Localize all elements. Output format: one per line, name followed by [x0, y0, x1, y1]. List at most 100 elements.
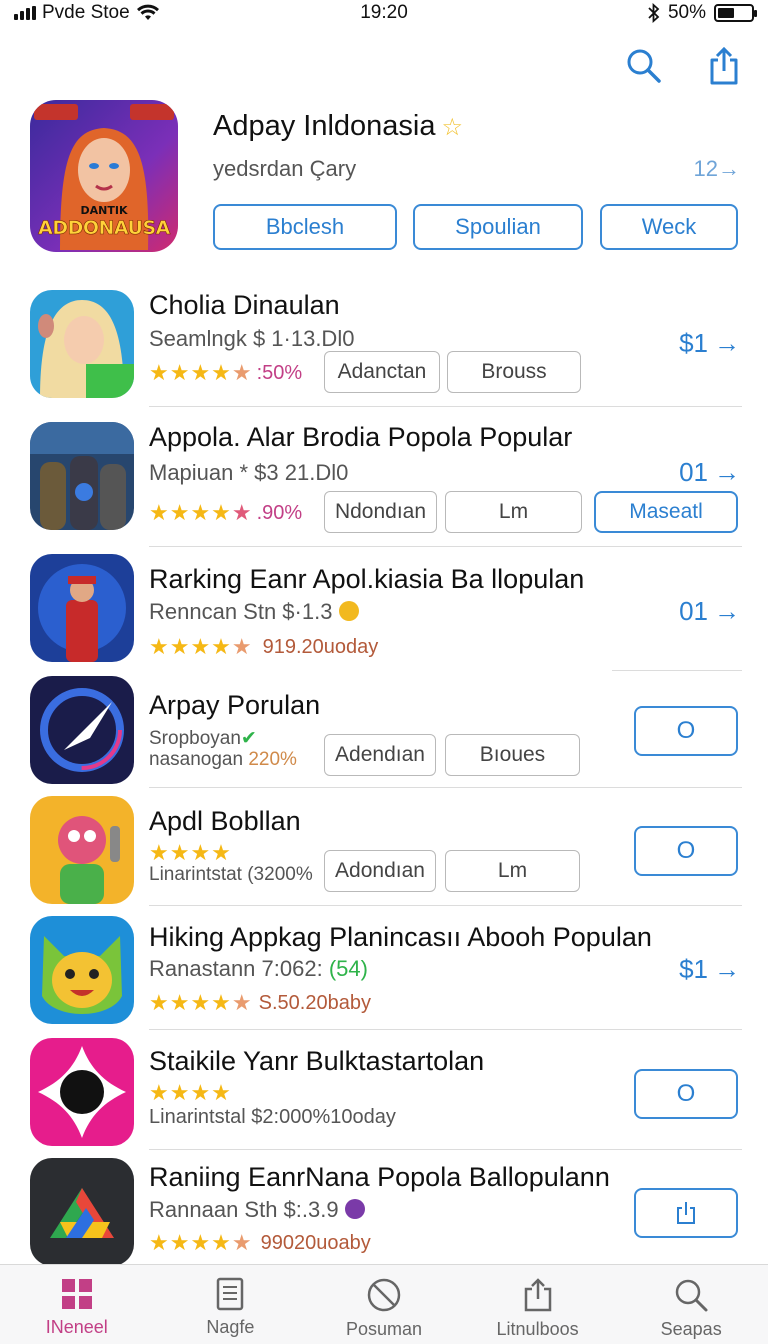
- app-icon[interactable]: [30, 554, 134, 662]
- tab-label: Posuman: [345, 1319, 422, 1339]
- row-divider: [149, 406, 742, 407]
- badge-icon: [338, 601, 359, 621]
- rating-value: 919.20uoday: [262, 635, 379, 658]
- app-chip[interactable]: Bıoues: [445, 734, 580, 776]
- app-name: Apdl Bobllan: [149, 806, 301, 836]
- app-price-link[interactable]: $1 →: [679, 954, 740, 985]
- app-price-link[interactable]: 01 →: [679, 457, 740, 488]
- app-chip[interactable]: Brouss: [447, 351, 581, 393]
- app-price-link[interactable]: $1 →: [679, 328, 740, 359]
- rating-value: $2:000%10oday: [251, 1106, 396, 1128]
- row-divider: [149, 787, 742, 788]
- featured-title-text: Adpay Inldonasia: [213, 110, 436, 142]
- rating-value: (3200%: [247, 864, 313, 885]
- rating-stars: ★★★★: [149, 840, 232, 865]
- rating-value: 220%: [248, 749, 297, 770]
- get-button[interactable]: O: [634, 1069, 738, 1119]
- featured-button-2[interactable]: Spoulian: [413, 204, 583, 250]
- featured-button-3[interactable]: Weck: [600, 204, 738, 250]
- arrow-right-icon: →: [718, 156, 740, 181]
- share-icon[interactable]: [702, 44, 746, 88]
- app-share-button[interactable]: [634, 1188, 738, 1238]
- rating-stars: ★★★★★: [149, 1230, 253, 1255]
- app-icon[interactable]: [30, 422, 134, 530]
- app-rating: ★★★★★ 919.20uoday: [149, 634, 378, 660]
- star-icon: ☆: [441, 114, 464, 141]
- app-chip[interactable]: Adondıan: [324, 850, 436, 892]
- grid-icon: [61, 1279, 92, 1309]
- bluetooth-icon: [648, 3, 660, 23]
- rating-stars: ★★★★★: [149, 360, 253, 385]
- app-name: Appola. Alar Brodia Popola Popular: [149, 422, 573, 452]
- app-subtitle-text: Linarintstat: [149, 864, 242, 885]
- app-chip[interactable]: Ndondıan: [324, 491, 437, 533]
- app-subtitle-text: Renncan Stn $·1.3: [149, 599, 333, 624]
- tab-5[interactable]: Seapas: [614, 1265, 768, 1344]
- app-subtitle-extra: (54): [328, 956, 368, 981]
- app-name: Cholia Dinaulan: [149, 290, 340, 320]
- arrow-right-icon: →: [714, 596, 740, 626]
- app-subtitle-2: nasanogan 220%: [149, 749, 297, 770]
- status-bar: Pvde Stoe 19:20 50%: [0, 0, 768, 28]
- row-divider: [149, 1149, 742, 1150]
- app-icon[interactable]: [30, 916, 134, 1024]
- app-subtitle: Ranastann 7:062: (54): [149, 956, 368, 982]
- app-rating: ★★★★★ .90%: [149, 500, 302, 526]
- featured-title[interactable]: Adpay Inldonasia ☆: [213, 110, 463, 143]
- app-subtitle: Linarintstat (3200%: [149, 864, 313, 885]
- app-name: Hiking Appkag Planincasıı Abooh Populan: [149, 922, 652, 952]
- featured-subtitle: yedsrdan Çary: [213, 156, 357, 181]
- app-name: Arpay Porulan: [149, 690, 321, 720]
- rating-stars: ★★★★★: [149, 500, 253, 525]
- app-icon[interactable]: [30, 290, 134, 398]
- app-subtitle: Linarintstal $2:000%10oday: [149, 1107, 396, 1128]
- tab-label: Litnulboos: [496, 1319, 579, 1339]
- featured-button-1[interactable]: Bbclesh: [213, 204, 397, 250]
- app-rating-stars: ★★★★: [149, 840, 232, 866]
- get-button[interactable]: O: [634, 706, 738, 756]
- rating-stars: ★★★★★: [149, 634, 253, 659]
- featured-art-caption: DANTIK ADDONAUSA: [30, 204, 178, 239]
- app-subtitle-text: Sropboyan: [149, 728, 241, 749]
- row-divider: [149, 546, 742, 547]
- app-rating: ★★★★★ 99020uoaby: [149, 1230, 371, 1256]
- app-price-link[interactable]: 01 →: [679, 596, 740, 627]
- app-chip[interactable]: Adanctan: [324, 351, 440, 393]
- get-button[interactable]: O: [634, 826, 738, 876]
- app-icon[interactable]: [30, 796, 134, 904]
- app-subtitle: Mapiuan * $3 21.Dl0: [149, 460, 349, 485]
- tab-bar: INeneel Nagfe Posuman Litnulboos Seapas: [0, 1264, 768, 1344]
- app-subtitle: Renncan Stn $·1.3: [149, 599, 359, 625]
- tab-3[interactable]: Posuman: [307, 1265, 461, 1344]
- app-subtitle: Sropboyan✔: [149, 728, 257, 749]
- upload-icon: [524, 1278, 551, 1312]
- document-icon: [217, 1277, 244, 1311]
- tab-1[interactable]: INeneel: [0, 1265, 154, 1344]
- arrow-right-icon: →: [714, 954, 740, 984]
- rating-value: :50%: [256, 361, 303, 384]
- app-rating: ★★★★★:50%: [149, 360, 302, 386]
- featured-app-artwork[interactable]: DANTIK ADDONAUSA: [30, 100, 178, 252]
- app-subtitle-text: Linarintstal: [149, 1106, 246, 1128]
- app-icon[interactable]: [30, 1158, 134, 1266]
- tab-2[interactable]: Nagfe: [154, 1265, 308, 1344]
- app-icon[interactable]: [30, 676, 134, 784]
- row-divider: [149, 905, 742, 906]
- app-action-button[interactable]: Maseatl: [594, 491, 738, 533]
- featured-art-line2: ADDONAUSA: [38, 217, 171, 240]
- search-icon[interactable]: [622, 44, 666, 88]
- tab-label: Seapas: [660, 1319, 722, 1339]
- app-chip[interactable]: Adendıan: [324, 734, 436, 776]
- tab-label: INeneel: [45, 1317, 108, 1337]
- rating-value: 99020uoaby: [260, 1231, 371, 1254]
- app-chip[interactable]: Lm: [445, 491, 582, 533]
- app-name: Staikile Yanr Bulktastartolan: [149, 1046, 485, 1076]
- battery-percent: 50%: [667, 2, 706, 23]
- tab-4[interactable]: Litnulboos: [461, 1265, 615, 1344]
- featured-count-link[interactable]: 12→: [694, 156, 740, 182]
- app-chip[interactable]: Lm: [445, 850, 580, 892]
- compass-icon: [367, 1278, 401, 1312]
- app-icon[interactable]: [30, 1038, 134, 1146]
- arrow-right-icon: →: [714, 328, 740, 358]
- app-name: Raniing EanrNana Popola Ballopulann: [149, 1162, 610, 1192]
